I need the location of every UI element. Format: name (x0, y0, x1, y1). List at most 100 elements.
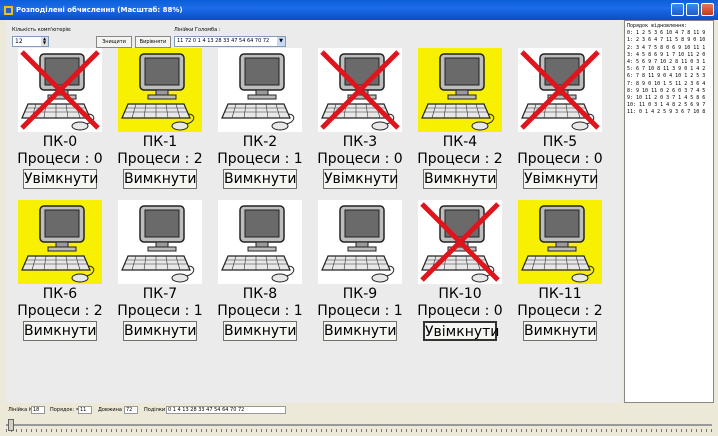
process-count: Процеси : 0 (417, 303, 503, 319)
spinner-arrows-icon[interactable]: ▲ ▼ (41, 37, 48, 46)
process-count: Процеси : 1 (217, 303, 303, 319)
computer-name: ПК-3 (342, 134, 378, 150)
process-count: Процеси : 2 (17, 303, 103, 319)
process-count: Процеси : 1 (317, 303, 403, 319)
line-select[interactable]: 11 72 0 1 4 13 28 33 47 54 64 70 72 ▼ (174, 36, 286, 47)
computer-tile: ПК-6 Процеси : 2 Вимкнути (12, 200, 108, 341)
computer-name: ПК-0 (42, 134, 78, 150)
computer-icon (418, 200, 502, 284)
computer-name: ПК-10 (438, 286, 482, 302)
computer-name: ПК-5 (542, 134, 578, 150)
computer-tile: ПК-1 Процеси : 2 Вимкнути (112, 48, 208, 189)
main-area: Кількість комп'ютерів: 12 ▲ ▼ Знищити Вир… (6, 20, 622, 403)
computer-tile: ПК-9 Процеси : 1 Вимкнути (312, 200, 408, 341)
computer-tile: ПК-2 Процеси : 1 Вимкнути (212, 48, 308, 189)
right-edge (714, 20, 718, 403)
process-count: Процеси : 0 (317, 151, 403, 167)
toggle-power-button[interactable]: Вимкнути (223, 321, 297, 341)
toggle-power-button[interactable]: Увімкнути (323, 169, 398, 189)
recovery-line: 9: 10 11 2 0 3 7 1 4 5 8 6 (627, 95, 706, 102)
process-count: Процеси : 2 (117, 151, 203, 167)
computer-icon (518, 200, 602, 284)
count-spinner[interactable]: 12 ▲ ▼ (12, 36, 49, 47)
status-line-no: 18 (31, 406, 45, 414)
status-marks: 0 1 4 13 28 33 47 54 64 70 72 (166, 406, 286, 414)
process-count: Процеси : 0 (517, 151, 603, 167)
slider-ticks (6, 429, 712, 432)
app-icon (4, 5, 13, 15)
slider-track (6, 424, 712, 426)
toggle-power-button[interactable]: Вимкнути (323, 321, 397, 341)
status-length: 72 (124, 406, 138, 414)
process-count: Процеси : 1 (217, 151, 303, 167)
computer-tile: ПК-8 Процеси : 1 Вимкнути (212, 200, 308, 341)
process-count: Процеси : 0 (17, 151, 103, 167)
computer-name: ПК-7 (142, 286, 178, 302)
recovery-line: 6: 7 8 11 9 0 4 10 1 2 5 3 (627, 73, 706, 80)
computer-icon (218, 200, 302, 284)
align-button[interactable]: Вирівняти (135, 36, 171, 48)
chevron-down-icon[interactable]: ▼ (277, 37, 285, 46)
process-count: Процеси : 1 (117, 303, 203, 319)
recovery-line: 5: 6 7 10 8 11 3 9 0 1 4 2 (627, 66, 706, 73)
computer-icon (318, 200, 402, 284)
toggle-power-button[interactable]: Вимкнути (523, 321, 597, 341)
count-value: 12 (15, 38, 23, 45)
status-marks-label: Поділки : (144, 407, 169, 413)
status-order: 11 (78, 406, 92, 414)
recovery-line: 10: 11 0 3 1 4 8 2 5 6 9 7 (627, 102, 706, 109)
computer-icon (418, 48, 502, 132)
toggle-power-button[interactable]: Увімкнути (23, 169, 98, 189)
minimize-button[interactable] (671, 3, 684, 16)
close-button[interactable] (701, 3, 714, 16)
recovery-line: 11: 0 1 4 2 5 9 3 6 7 10 8 (627, 109, 706, 116)
recovery-line: 4: 5 6 9 7 10 2 8 11 0 3 1 (627, 59, 706, 66)
toggle-power-button[interactable]: Увімкнути (523, 169, 598, 189)
computer-tile: ПК-10 Процеси : 0 Увімкнути (412, 200, 508, 341)
computer-tile: ПК-5 Процеси : 0 Увімкнути (512, 48, 608, 189)
computer-icon (118, 48, 202, 132)
recovery-line: 7: 8 9 0 10 1 5 11 2 3 6 4 (627, 80, 706, 87)
scale-slider[interactable] (0, 417, 718, 436)
toggle-power-button[interactable]: Увімкнути (423, 321, 499, 341)
computer-tile: ПК-0 Процеси : 0 Увімкнути (12, 48, 108, 189)
computer-tile: ПК-7 Процеси : 1 Вимкнути (112, 200, 208, 341)
computer-name: ПК-4 (442, 134, 478, 150)
recovery-line: 8: 9 10 11 0 2 6 0 3 7 4 5 (627, 87, 706, 94)
toggle-power-button[interactable]: Вимкнути (23, 321, 97, 341)
line-label: Лінійки Голомба : (174, 27, 221, 33)
title-bar: Розподілені обчислення (Масштаб: 88%) (0, 0, 718, 20)
computer-tile: ПК-11 Процеси : 2 Вимкнути (512, 200, 608, 341)
computer-name: ПК-1 (142, 134, 178, 150)
window-title: Розподілені обчислення (Масштаб: 88%) (16, 6, 183, 14)
toggle-power-button[interactable]: Вимкнути (223, 169, 297, 189)
toggle-power-button[interactable]: Вимкнути (123, 169, 197, 189)
process-count: Процеси : 2 (517, 303, 603, 319)
recovery-line: 3: 4 5 8 6 9 1 7 10 11 2 0 (627, 51, 706, 58)
process-count: Процеси : 2 (417, 151, 503, 167)
recovery-order-panel[interactable]: Порядок відновлення: 0: 1 2 5 3 6 10 4 7… (624, 20, 714, 403)
computer-name: ПК-8 (242, 286, 278, 302)
computer-name: ПК-6 (42, 286, 78, 302)
recovery-title: Порядок відновлення: (627, 23, 688, 29)
maximize-button[interactable] (686, 3, 699, 16)
toggle-power-button[interactable]: Вимкнути (423, 169, 497, 189)
computer-icon (518, 48, 602, 132)
computer-name: ПК-11 (538, 286, 582, 302)
computer-name: ПК-9 (342, 286, 378, 302)
line-select-value: 11 72 0 1 4 13 28 33 47 54 64 70 72 (177, 38, 270, 44)
computer-tile: ПК-3 Процеси : 0 Увімкнути (312, 48, 408, 189)
slider-thumb[interactable] (8, 419, 14, 431)
count-label: Кількість комп'ютерів: (12, 27, 72, 33)
computer-icon (218, 48, 302, 132)
recovery-line: 2: 3 4 7 5 8 0 6 9 10 11 1 (627, 44, 706, 51)
toggle-power-button[interactable]: Вимкнути (123, 321, 197, 341)
computer-icon (318, 48, 402, 132)
recovery-line: 0: 1 2 5 3 6 10 4 7 8 11 9 (627, 30, 706, 37)
computer-icon (118, 200, 202, 284)
destroy-button[interactable]: Знищити (96, 36, 132, 48)
computer-name: ПК-2 (242, 134, 278, 150)
computer-tile: ПК-4 Процеси : 2 Вимкнути (412, 48, 508, 189)
status-bar: Лінійка № 18 Порядок: = 11 Довжина = 72 … (6, 404, 718, 416)
computer-icon (18, 200, 102, 284)
